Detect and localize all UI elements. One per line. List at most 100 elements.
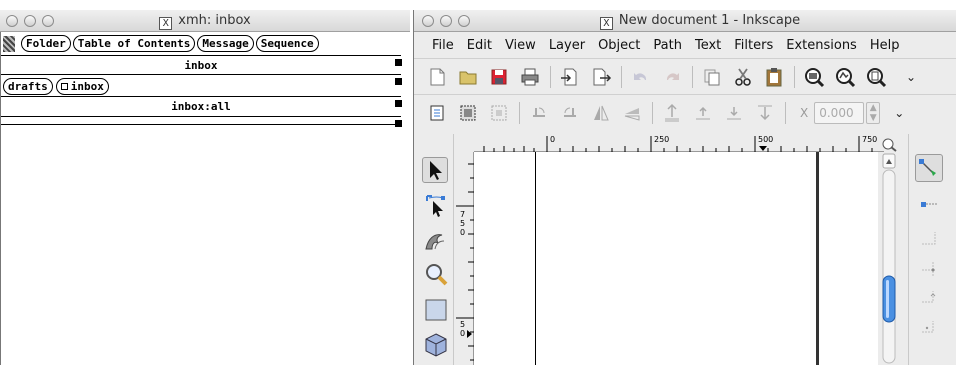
window-title-text: xmh: inbox [178,13,251,28]
select-all-layers-icon[interactable] [457,102,479,124]
folder-button-inbox[interactable]: inbox [55,78,109,95]
menu-text[interactable]: Text [695,38,721,53]
flip-vertical-icon[interactable] [621,102,643,124]
rotate-cw-icon[interactable] [559,102,581,124]
menu-view[interactable]: View [505,38,536,53]
horizontal-ruler[interactable]: 0 250 500 750 [474,134,884,152]
page-border-right [816,152,819,365]
print-icon[interactable] [519,66,541,88]
invert-selection-icon[interactable] [488,102,510,124]
snap-center-icon[interactable] [919,318,939,338]
menu-filters[interactable]: Filters [734,38,773,53]
snap-toggle-button[interactable] [915,154,943,182]
inkscape-titlebar[interactable]: X New document 1 - Inkscape [414,10,956,32]
snap-bbox-corner-icon[interactable] [919,258,939,278]
pane-divider [1,55,401,56]
ruler-label: 0 [460,329,466,338]
sequence-menu-button[interactable]: Sequence [255,35,319,52]
menu-path[interactable]: Path [653,38,682,53]
raise-to-top-icon[interactable] [661,102,683,124]
rotate-ccw-icon[interactable] [528,102,550,124]
pane-divider [1,96,401,97]
toc-view-label: inbox:all [171,100,231,113]
tool-controls-toolbar: X 0.000 ▲ ▼ ⌄ [414,94,956,130]
tweak-tool[interactable] [423,227,449,253]
x-coordinate-label: X [800,105,809,120]
chevron-down-icon[interactable]: ⌄ [906,70,916,84]
selector-tool[interactable] [422,157,448,183]
menu-edit[interactable]: Edit [467,38,492,53]
node-editor-icon [426,195,445,217]
drawing-canvas[interactable] [474,152,878,365]
new-mail-indicator-icon [3,35,15,52]
snap-controls-bar [908,134,956,365]
select-all-icon[interactable] [426,102,448,124]
toolbar-separator [621,65,622,88]
export-icon[interactable] [590,66,612,88]
ruler-label: 7 [460,210,466,219]
x-coordinate-stepper[interactable]: ▲ ▼ [866,101,881,124]
folder-buttons: drafts inbox [3,78,109,95]
menu-layer[interactable]: Layer [549,38,585,53]
folder-menu-button[interactable]: Folder [21,35,71,52]
snap-midpoint-icon[interactable] [919,288,939,308]
message-menu-button[interactable]: Message [197,35,254,52]
open-folder-icon[interactable] [457,66,479,88]
inkscape-menubar: File Edit View Layer Object Path Text Fi… [414,34,956,56]
window-title-text: New document 1 - Inkscape [618,13,801,28]
raise-icon[interactable] [692,102,714,124]
pane-grip-handle[interactable] [395,78,402,85]
3d-box-tool[interactable] [423,332,449,358]
ruler-label: 500 [758,135,774,144]
toolbar-separator [550,65,551,88]
x-coordinate-input[interactable]: 0.000 [814,101,865,124]
zoom-1to1-icon[interactable] [880,138,898,152]
duplicate-icon[interactable] [701,66,723,88]
tool-palette [414,134,454,365]
rectangle-tool[interactable] [423,297,449,323]
folder-button-drafts[interactable]: drafts [3,78,53,95]
x-coordinate-control: X 0.000 ▲ ▼ [800,101,881,124]
redo-icon[interactable] [661,66,683,88]
lower-icon[interactable] [723,102,745,124]
toc-list-area[interactable] [1,128,401,364]
arrow-pointer-icon [430,161,442,180]
x11-icon: X [599,17,613,30]
zoom-selection-icon[interactable] [803,66,825,88]
folder-button-label: inbox [70,80,104,93]
toolbar-separator [785,101,786,124]
toc-menu-button[interactable]: Table of Contents [72,35,196,52]
vertical-ruler[interactable]: 7 5 0 5 0 [454,152,474,365]
pane-divider [1,124,401,125]
lower-to-bottom-icon[interactable] [754,102,776,124]
vertical-scrollbar[interactable] [878,152,900,365]
toolbar-separator [519,101,520,124]
zoom-tool[interactable] [423,262,449,288]
snap-bbox-icon[interactable] [919,198,939,212]
menu-object[interactable]: Object [598,38,640,53]
cut-icon[interactable] [732,66,754,88]
undo-icon[interactable] [630,66,652,88]
paste-icon[interactable] [763,66,785,88]
window-title: Xxmh: inbox [0,13,410,30]
chevron-down-icon[interactable]: ⌄ [894,106,904,120]
ruler-label: 750 [862,135,878,144]
xmh-titlebar[interactable]: Xxmh: inbox [0,10,410,32]
window-title: X New document 1 - Inkscape [414,13,956,30]
menu-help[interactable]: Help [870,38,900,53]
flip-horizontal-icon[interactable] [590,102,612,124]
node-tool[interactable] [423,192,449,218]
menu-extensions[interactable]: Extensions [786,38,857,53]
zoom-page-icon[interactable] [865,66,887,88]
import-icon[interactable] [559,66,581,88]
save-icon[interactable] [488,66,510,88]
xmh-window: Xxmh: inbox Folder Table of Contents Mes… [0,10,410,365]
toc-folder-label: inbox [184,59,218,72]
folder-has-subfolders-icon [60,83,68,90]
menu-file[interactable]: File [432,38,454,53]
zoom-drawing-icon[interactable] [834,66,856,88]
new-document-icon[interactable] [426,66,448,88]
ruler-label: 250 [654,135,670,144]
ruler-label: 5 [460,320,466,329]
snap-bbox-edge-icon[interactable] [919,228,939,248]
